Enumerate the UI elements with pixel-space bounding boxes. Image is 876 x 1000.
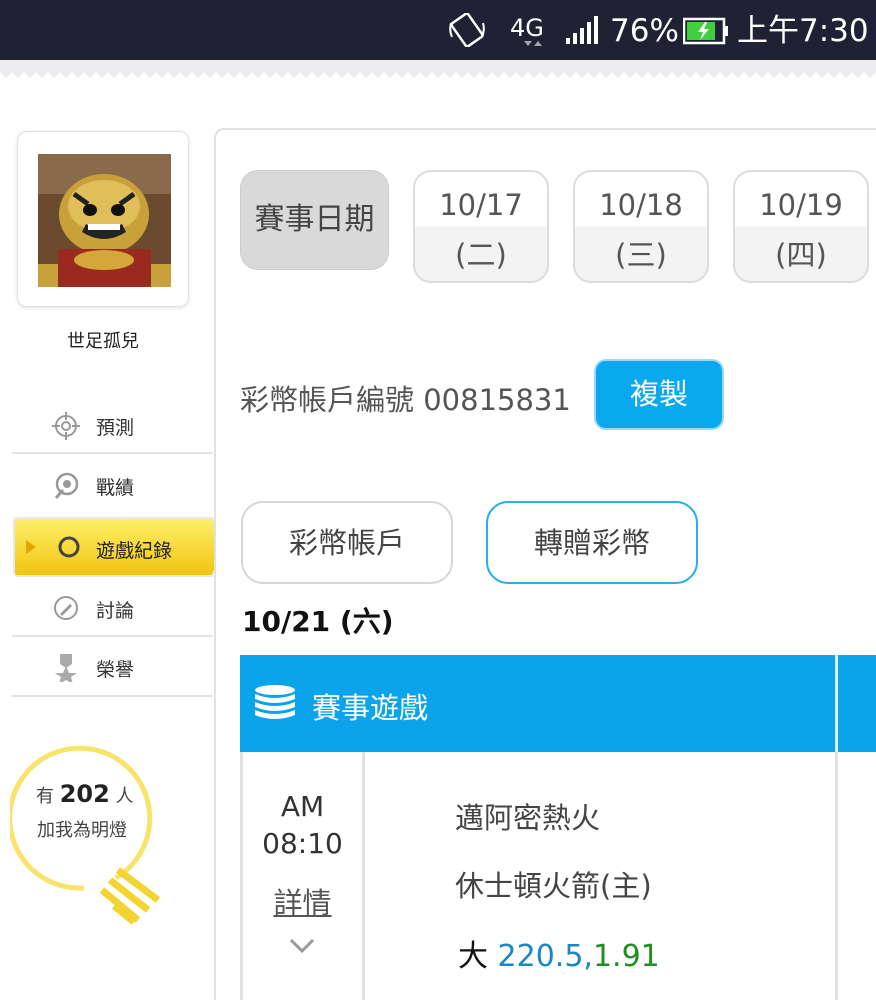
transfer-coins-button[interactable]: 轉贈彩幣 [486, 501, 698, 584]
header-divider [835, 655, 838, 752]
clock: 上午7:30 [737, 13, 869, 49]
away-team: 邁阿密熱火 [455, 801, 601, 835]
circle-icon [58, 536, 80, 558]
date-label: 10/18 [599, 188, 683, 222]
match-time: 08:10 [262, 827, 343, 860]
fans-prefix: 有 [36, 786, 54, 807]
odds-line: 大 220.5,1.91 [458, 931, 660, 975]
battery-charging-icon [683, 17, 728, 45]
row-border [835, 752, 838, 1000]
battery-percent: 76% [610, 13, 679, 49]
follow-me-text: 加我為明燈 [37, 820, 127, 841]
sidebar-item-discuss[interactable]: 討論 [12, 579, 213, 637]
coins-icon [255, 685, 295, 719]
avatar[interactable] [38, 154, 171, 287]
odds-label: 大 [458, 939, 488, 974]
date-label: 10/17 [439, 188, 523, 222]
row-border [362, 752, 365, 1000]
sidebar-item-label: 遊戲紀錄 [96, 540, 173, 562]
status-bar: 4G 76% 上午7:30 [0, 0, 876, 60]
auto-rotate-icon [449, 13, 485, 47]
divider [12, 452, 213, 454]
date-button-1018[interactable]: 10/18 (三) [573, 170, 709, 283]
medal-icon [55, 654, 77, 682]
selected-date: 10/21 (六) [242, 605, 394, 638]
match-date-header: 賽事日期 [240, 170, 389, 270]
sidebar-item-predict[interactable]: 預測 [12, 396, 213, 454]
fans-count: 202 [59, 780, 110, 808]
account-number: 彩幣帳戶編號 00815831 [240, 383, 571, 417]
wallet-account-button[interactable]: 彩幣帳戶 [241, 501, 453, 584]
game-table-header: 賽事遊戲 [240, 655, 876, 752]
sidebar-item-label: 預測 [96, 417, 135, 439]
network-4g-icon: 4G [510, 14, 544, 46]
profile-card[interactable] [17, 131, 189, 307]
svg-text:4G: 4G [510, 14, 544, 42]
date-button-1017[interactable]: 10/17 (二) [413, 170, 549, 283]
discuss-icon [54, 596, 78, 620]
record-icon [54, 472, 79, 499]
sidebar-item-honor[interactable]: 榮譽 [12, 638, 213, 696]
divider [12, 695, 213, 697]
weekday-label: (二) [455, 238, 507, 272]
home-team: 休士頓火箭(主) [455, 869, 652, 903]
sidebar-item-label: 戰績 [96, 477, 135, 499]
divider [12, 635, 213, 637]
match-ampm: AM [280, 790, 325, 823]
odds-total: 220.5, [497, 939, 593, 974]
fans-count-text: 有 202 人 [36, 780, 134, 808]
fans-suffix: 人 [115, 786, 134, 807]
chevron-down-icon[interactable] [288, 936, 316, 956]
sidebar-item-label: 討論 [96, 600, 135, 622]
details-link[interactable]: 詳情 [243, 880, 362, 922]
odds-price: 1.91 [592, 939, 660, 974]
target-icon [52, 412, 80, 440]
date-label: 10/19 [759, 188, 843, 222]
decorative-zigzag-border [0, 60, 876, 84]
sidebar-item-label: 榮譽 [96, 659, 135, 681]
weekday-label: (三) [615, 238, 667, 272]
sidebar-item-game-record[interactable]: 遊戲紀錄 [12, 516, 228, 578]
date-button-1019[interactable]: 10/19 (四) [733, 170, 869, 283]
signal-strength-icon [566, 16, 598, 44]
table-title: 賽事遊戲 [312, 691, 429, 725]
username: 世足孤兒 [67, 331, 139, 352]
weekday-label: (四) [775, 238, 827, 272]
sidebar-item-record[interactable]: 戰績 [12, 456, 213, 514]
copy-button[interactable]: 複製 [594, 359, 724, 430]
